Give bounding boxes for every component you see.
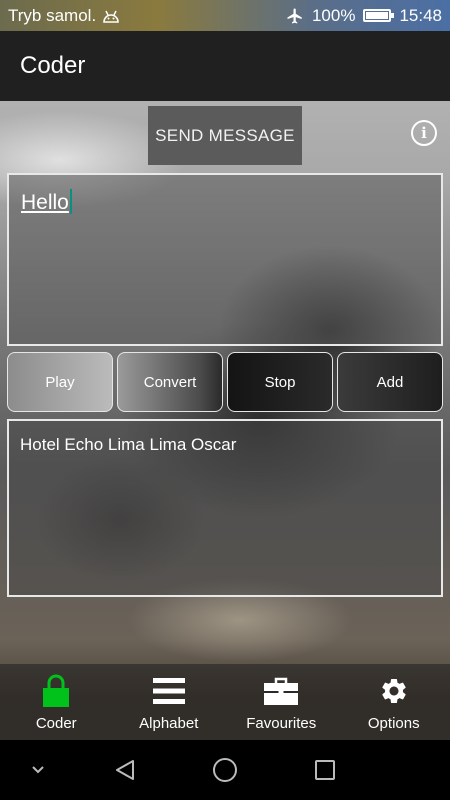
- message-input[interactable]: Hello: [7, 173, 443, 346]
- nav-item-favourites[interactable]: Favourites: [225, 664, 338, 740]
- output-text: Hotel Echo Lima Lima Oscar: [20, 435, 237, 454]
- battery-percent: 100%: [311, 5, 356, 25]
- briefcase-icon: [264, 677, 299, 705]
- nav-item-options[interactable]: Options: [338, 664, 450, 740]
- chevron-down-icon[interactable]: [24, 740, 52, 800]
- action-button-row: Play Convert Stop Add: [7, 352, 443, 412]
- nav-label-favourites: Favourites: [246, 715, 317, 732]
- menu-icon: [152, 678, 185, 704]
- status-bar: Tryb samol. 100% 15:48: [0, 0, 450, 31]
- battery-icon: [363, 9, 395, 22]
- nav-item-coder[interactable]: Coder: [0, 664, 113, 740]
- system-navigation-bar: [0, 740, 450, 800]
- nav-label-coder: Coder: [35, 715, 77, 732]
- send-message-button[interactable]: SEND MESSAGE: [148, 106, 302, 165]
- nav-item-alphabet[interactable]: Alphabet: [113, 664, 226, 740]
- home-icon[interactable]: [210, 740, 240, 800]
- message-input-text: Hello: [21, 191, 69, 214]
- convert-button[interactable]: Convert: [117, 352, 223, 412]
- android-debug-icon: [103, 10, 119, 23]
- recents-icon[interactable]: [312, 740, 338, 800]
- back-icon[interactable]: [110, 740, 140, 800]
- stop-button[interactable]: Stop: [227, 352, 333, 412]
- app-bar: Coder: [0, 31, 450, 101]
- gear-icon: [382, 679, 406, 703]
- nav-label-alphabet: Alphabet: [139, 715, 199, 732]
- nav-label-options: Options: [367, 715, 420, 732]
- lock-icon: [43, 674, 70, 707]
- bottom-navigation: Coder Alphabet Favourites Options: [0, 664, 450, 740]
- play-button[interactable]: Play: [7, 352, 113, 412]
- app-title: Coder: [20, 52, 86, 79]
- text-cursor: [69, 189, 72, 214]
- add-button[interactable]: Add: [337, 352, 443, 412]
- status-time: 15:48: [399, 5, 442, 25]
- info-icon[interactable]: i: [411, 120, 437, 146]
- status-mode-text: Tryb samol.: [8, 5, 97, 25]
- output-textarea[interactable]: Hotel Echo Lima Lima Oscar: [7, 419, 443, 597]
- airplane-icon: [287, 8, 302, 23]
